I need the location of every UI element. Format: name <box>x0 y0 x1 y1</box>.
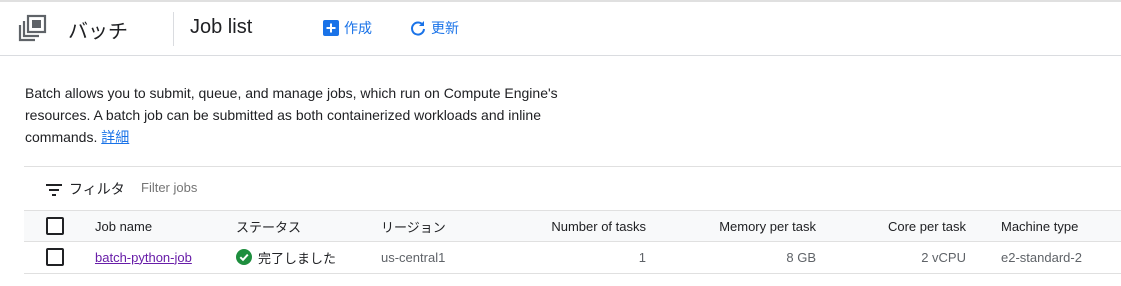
job-name-cell: batch-python-job <box>95 242 192 272</box>
filter-label[interactable]: フィルタ <box>69 179 125 199</box>
page-description: Batch allows you to submit, queue, and m… <box>25 82 585 148</box>
header-divider <box>173 12 174 46</box>
check-circle-icon <box>236 249 252 265</box>
job-memory-cell: 8 GB <box>786 249 816 265</box>
table-header-row: Job name ステータス リージョン Number of tasks Mem… <box>24 210 1121 242</box>
column-header-memory-per-task[interactable]: Memory per task <box>674 211 816 241</box>
column-header-status[interactable]: ステータス <box>236 211 301 241</box>
job-region-cell: us-central1 <box>381 249 446 265</box>
batch-icon <box>18 14 48 44</box>
create-button[interactable]: 作成 <box>322 18 372 38</box>
page-title: Job list <box>190 16 253 38</box>
row-select-cell <box>46 242 66 272</box>
job-name-link[interactable]: batch-python-job <box>95 250 192 265</box>
row-checkbox[interactable] <box>46 248 64 266</box>
refresh-button-label: 更新 <box>431 20 459 36</box>
select-all-checkbox[interactable] <box>46 217 64 235</box>
job-tasks-cell: 1 <box>638 249 646 265</box>
job-status-cell: 完了しました <box>236 242 336 272</box>
job-machine-type-cell: e2-standard-2 <box>1001 249 1082 265</box>
job-status-label: 完了しました <box>258 250 337 266</box>
filter-bar: フィルタ <box>24 166 1121 210</box>
column-header-job-name[interactable]: Job name <box>95 211 152 241</box>
refresh-icon <box>411 21 425 36</box>
table-row: batch-python-job 完了しました us-central1 1 8 … <box>24 242 1121 274</box>
filter-icon[interactable] <box>46 183 62 201</box>
page-header: バッチ Job list 作成 更新 <box>0 2 1121 56</box>
plus-box-icon <box>323 20 339 36</box>
job-core-cell: 2 vCPU <box>921 249 966 265</box>
refresh-button[interactable]: 更新 <box>409 18 459 38</box>
column-header-machine-type[interactable]: Machine type <box>1001 211 1078 241</box>
jobs-table: Job name ステータス リージョン Number of tasks Mem… <box>24 210 1121 274</box>
filter-input[interactable] <box>141 180 441 195</box>
column-header-region[interactable]: リージョン <box>381 211 446 241</box>
column-header-core-per-task[interactable]: Core per task <box>844 211 966 241</box>
service-name: バッチ <box>68 21 128 43</box>
learn-more-link[interactable]: 詳細 <box>101 129 129 145</box>
create-button-label: 作成 <box>344 20 372 36</box>
column-header-number-of-tasks[interactable]: Number of tasks <box>524 211 646 241</box>
select-all-cell <box>46 211 66 241</box>
